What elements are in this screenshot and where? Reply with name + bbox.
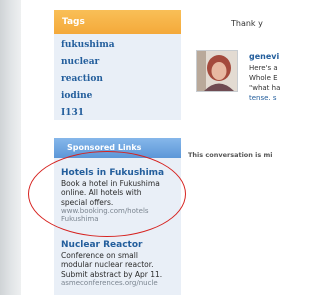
sidebar: Tags fukushima nuclear reaction iodine I… — [54, 0, 189, 295]
thank-you-text: Thank y — [231, 19, 263, 28]
ad-body-line: Conference on small — [61, 251, 138, 260]
sponsored-links-list: Hotels in Fukushima Book a hotel in Fuku… — [54, 158, 181, 295]
ad-title[interactable]: Nuclear Reactor — [61, 240, 183, 251]
tag-reaction[interactable]: reaction — [61, 74, 103, 84]
ad-url[interactable]: www.booking.com/hotels — [61, 207, 183, 216]
ad-url[interactable]: asmeconferences.org/nucle — [61, 279, 183, 288]
tag-fukushima[interactable]: fukushima — [61, 40, 115, 50]
tag-i131[interactable]: I131 — [61, 108, 84, 118]
ad-nuclear-reactor[interactable]: Nuclear Reactor Conference on small modu… — [61, 240, 183, 287]
comment-line: Whole E — [249, 74, 278, 82]
sponsored-links-header: Sponsored Links — [54, 138, 181, 158]
comment-line: Here's a — [249, 64, 278, 72]
ad-title[interactable]: Hotels in Fukushima — [61, 168, 183, 179]
ad-body-line: online. All hotels with — [61, 188, 142, 198]
tags-title: Tags — [62, 17, 85, 27]
tags-list: fukushima nuclear reaction iodine I131 — [54, 34, 181, 120]
ad-body-line: modular nuclear reactor. — [61, 260, 154, 270]
ad-url[interactable]: Fukushima — [61, 215, 183, 224]
conversation-note: This conversation is mi — [188, 151, 273, 159]
ad-body-line: special offers. — [61, 197, 114, 207]
avatar[interactable] — [196, 50, 238, 92]
ad-body-line: Submit abstract by Apr 11. — [61, 269, 163, 279]
tag-nuclear[interactable]: nuclear — [61, 57, 99, 67]
comment-line: tense. s — [249, 94, 277, 102]
main-content: Thank y genevi Here's a Whole E "what ha… — [186, 0, 282, 295]
left-edge — [0, 0, 21, 295]
comment-line: "what ha — [249, 84, 281, 92]
avatar-portrait — [197, 51, 237, 91]
ad-body-line: Book a hotel in Fukushima — [61, 179, 160, 188]
tags-header: Tags — [54, 10, 181, 34]
comment-author[interactable]: genevi — [249, 52, 279, 61]
ad-hotels[interactable]: Hotels in Fukushima Book a hotel in Fuku… — [61, 168, 183, 224]
tag-iodine[interactable]: iodine — [61, 91, 92, 101]
sponsored-links-title: Sponsored Links — [67, 143, 142, 152]
